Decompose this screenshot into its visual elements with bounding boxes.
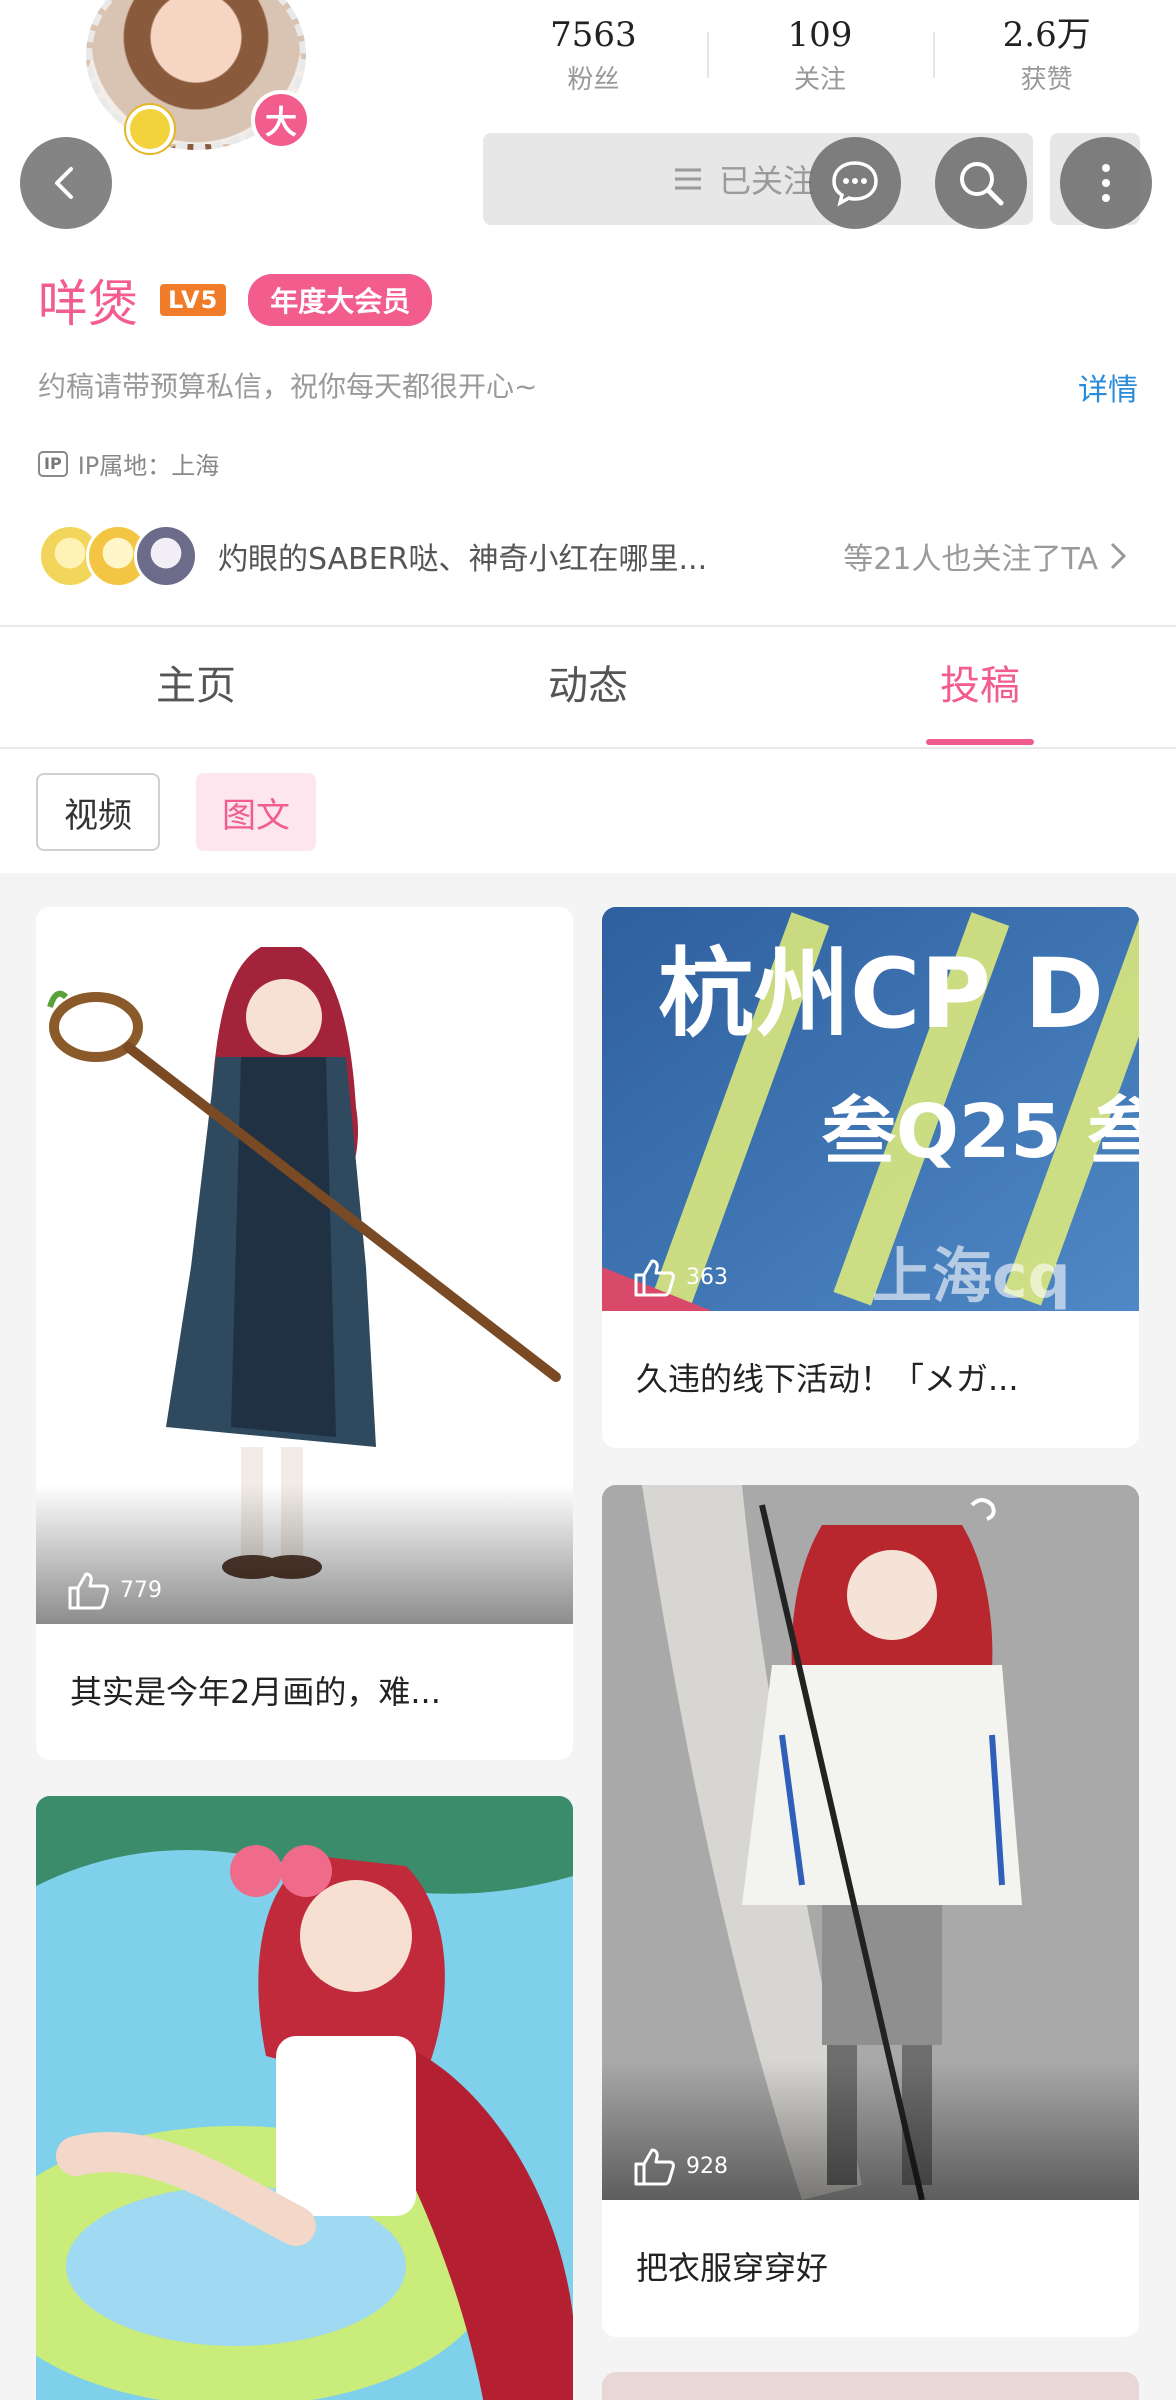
post-type-filter: 视频 图文 bbox=[0, 751, 1176, 873]
mutual-avatar bbox=[134, 524, 198, 588]
post-image bbox=[602, 2372, 1139, 2400]
ip-location: IP属地：上海 bbox=[77, 452, 220, 480]
stat-label: 关注 bbox=[794, 65, 847, 95]
mutual-followers-row[interactable]: 灼眼的SABER哒、神奇小红在哪里... 等21人也关注了TA bbox=[38, 522, 1138, 590]
username: 咩煲 bbox=[38, 275, 138, 333]
stat-label: 粉丝 bbox=[567, 65, 620, 95]
tab-posts[interactable]: 投稿 bbox=[784, 627, 1176, 747]
vip-badge[interactable]: 年度大会员 bbox=[248, 274, 433, 326]
illustration-pool-girl bbox=[36, 1796, 573, 2400]
ip-location-row: IP IP属地：上海 bbox=[38, 446, 219, 481]
stats-bar: 7563 粉丝 109 关注 2.6万 获赞 bbox=[480, 10, 1160, 110]
like-count: 928 bbox=[686, 2153, 728, 2179]
post-image: 779 bbox=[36, 907, 573, 1624]
name-row: 咩煲 LV5 年度大会员 bbox=[38, 265, 433, 335]
back-arrow-icon bbox=[55, 167, 73, 199]
stat-value: 2.6万 bbox=[1002, 15, 1091, 55]
like-counter: 928 bbox=[632, 2146, 728, 2186]
like-counter: 779 bbox=[66, 1570, 162, 1610]
post-card[interactable]: 杭州CP D 叁Q25 叁 上海cq 363 久违的线下活动！「メガ... bbox=[602, 907, 1139, 1448]
menu-lines-icon bbox=[675, 168, 701, 190]
mutual-names: 灼眼的SABER哒、神奇小红在哪里... bbox=[218, 542, 708, 577]
like-count: 779 bbox=[120, 1577, 162, 1603]
follow-status-label: 已关注 bbox=[719, 162, 816, 200]
detail-link[interactable]: 详情 bbox=[1078, 365, 1138, 409]
post-card[interactable]: 779 其实是今年2月画的，难... bbox=[36, 907, 573, 1760]
filter-video[interactable]: 视频 bbox=[36, 773, 160, 851]
like-counter: 363 bbox=[632, 1257, 728, 1297]
avatar-container[interactable]: 大 bbox=[76, 0, 326, 165]
back-button[interactable] bbox=[20, 137, 112, 229]
post-card[interactable]: 928 把衣服穿穿好 bbox=[602, 1485, 1139, 2337]
thumbs-up-icon bbox=[634, 1259, 675, 1297]
poster-line1: 杭州CP D bbox=[658, 938, 1104, 1050]
tab-dynamic[interactable]: 动态 bbox=[392, 627, 784, 747]
post-card[interactable] bbox=[602, 2372, 1139, 2400]
bio-text: 约稿请带预算私信，祝你每天都很开心~ bbox=[38, 370, 538, 403]
mutual-avatars bbox=[38, 524, 198, 588]
stat-label: 获赞 bbox=[1020, 65, 1073, 95]
post-image bbox=[36, 1796, 573, 2400]
profile-header: 大 7563 粉丝 109 关注 2.6万 获赞 已关注 咩煲 LV5 年度大会… bbox=[0, 0, 1176, 620]
post-card[interactable] bbox=[36, 1796, 573, 2400]
search-icon bbox=[960, 162, 1004, 206]
search-button[interactable] bbox=[935, 137, 1027, 229]
ip-icon: IP bbox=[38, 450, 68, 477]
stat-value: 109 bbox=[787, 15, 853, 55]
chat-bubble-icon bbox=[832, 161, 878, 207]
stat-fans[interactable]: 7563 粉丝 bbox=[480, 10, 707, 110]
big-member-badge: 大 bbox=[251, 90, 311, 150]
mutual-count: 等21人也关注了TA bbox=[843, 542, 1098, 577]
stat-value: 7563 bbox=[550, 15, 637, 55]
filter-image-text[interactable]: 图文 bbox=[196, 773, 316, 851]
tab-home[interactable]: 主页 bbox=[0, 627, 392, 747]
coin-badge-icon bbox=[126, 105, 174, 153]
more-vertical-icon bbox=[1102, 164, 1110, 202]
thumbs-up-icon bbox=[68, 1572, 109, 1610]
more-button[interactable] bbox=[1060, 137, 1152, 229]
chevron-right-icon bbox=[1098, 540, 1138, 572]
level-badge[interactable]: LV5 bbox=[160, 284, 227, 316]
post-title: 久违的线下活动！「メガ... bbox=[636, 1360, 1019, 1398]
poster-line2: 叁Q25 叁 bbox=[822, 1089, 1139, 1175]
stat-following[interactable]: 109 关注 bbox=[706, 10, 934, 110]
profile-tabs: 主页 动态 投稿 bbox=[0, 627, 1176, 749]
thumbs-up-icon bbox=[634, 2148, 675, 2186]
event-poster-image: 杭州CP D 叁Q25 叁 上海cq bbox=[602, 907, 1139, 1311]
post-title: 把衣服穿穿好 bbox=[636, 2249, 829, 2287]
message-button[interactable] bbox=[809, 137, 901, 229]
post-image: 928 bbox=[602, 1485, 1139, 2200]
post-image: 杭州CP D 叁Q25 叁 上海cq 363 bbox=[602, 907, 1139, 1311]
post-title: 其实是今年2月画的，难... bbox=[70, 1673, 441, 1711]
like-count: 363 bbox=[686, 1264, 728, 1290]
poster-line3: 上海cq bbox=[872, 1242, 1071, 1311]
stat-likes[interactable]: 2.6万 获赞 bbox=[933, 10, 1160, 110]
